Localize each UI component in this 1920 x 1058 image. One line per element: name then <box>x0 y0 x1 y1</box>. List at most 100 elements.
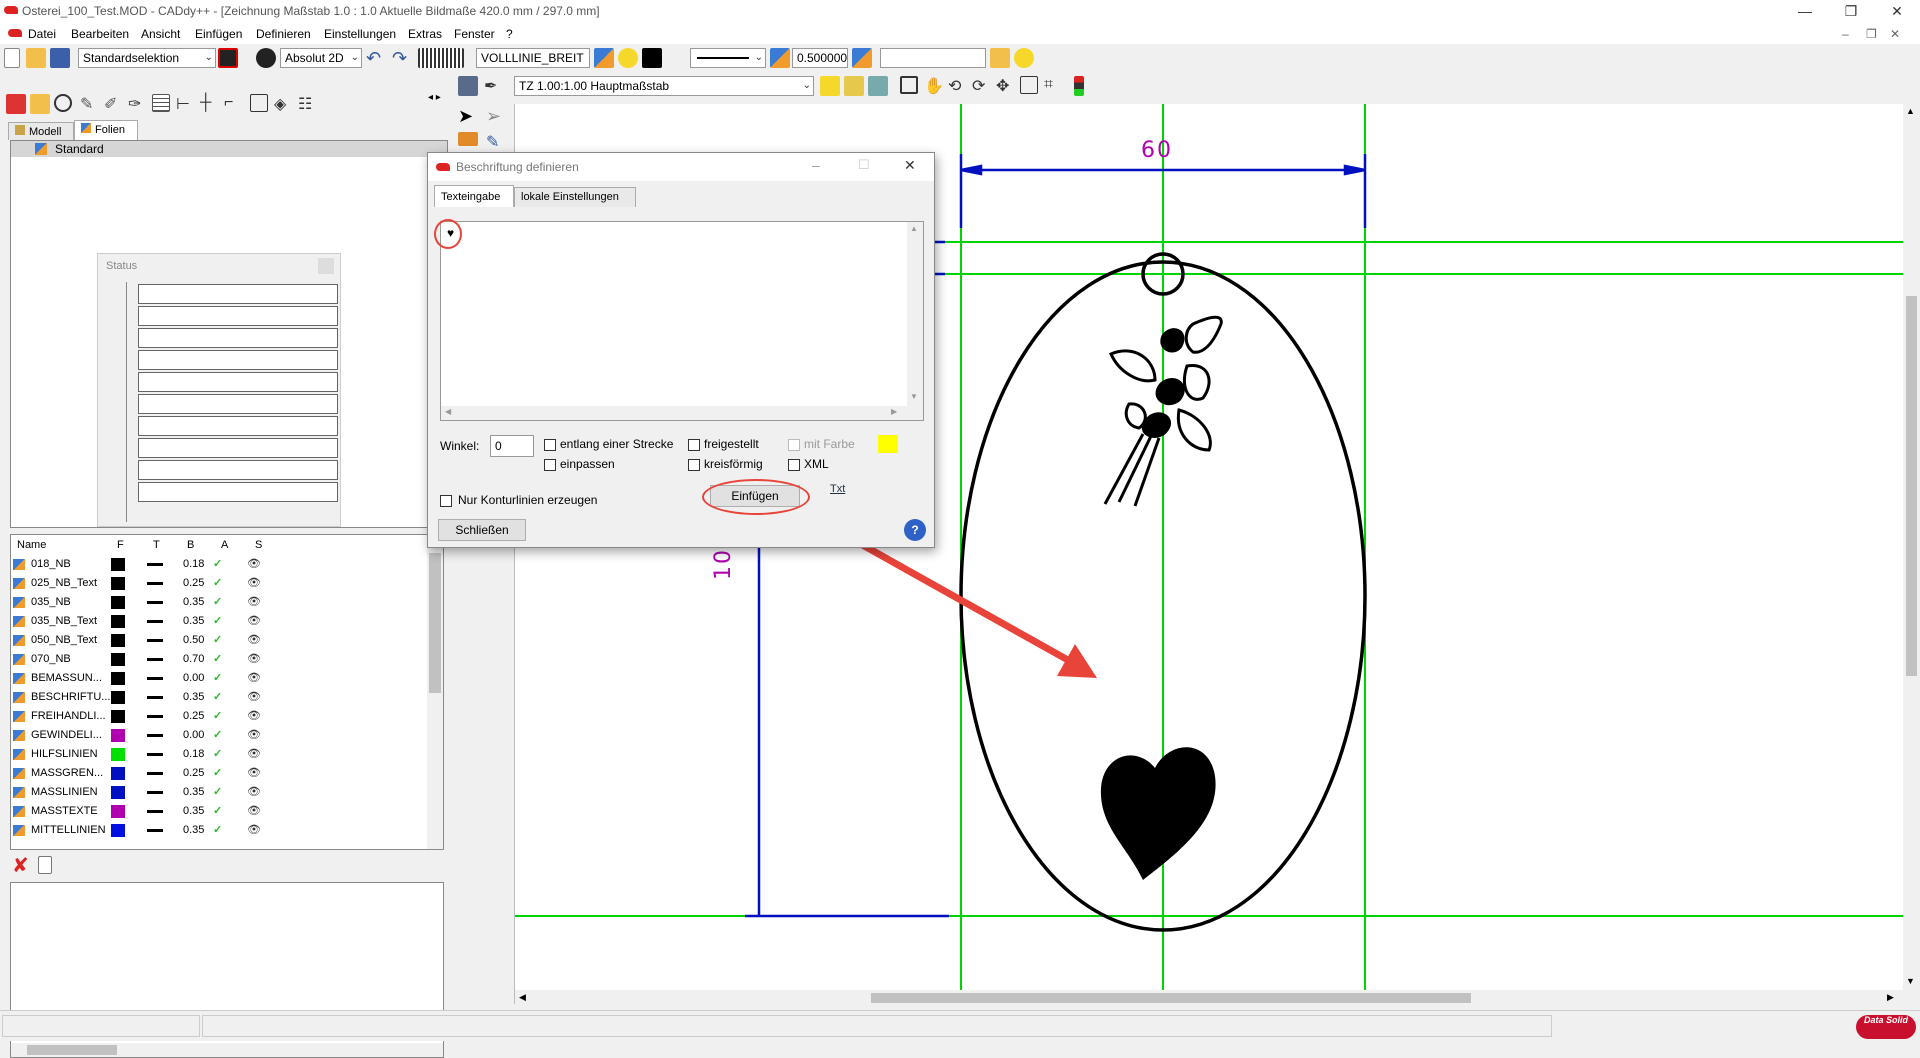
checkmark-icon[interactable]: ✓ <box>213 707 229 726</box>
layer-color-swatch[interactable] <box>111 615 125 628</box>
line-style-select[interactable]: ⌄ <box>690 48 766 68</box>
canvas-hscroll[interactable]: ◀ ▶ <box>515 990 1903 1006</box>
layer-row[interactable]: 035_NB_Text 0.35 ✓ 👁 <box>11 612 441 631</box>
scroll-up-icon[interactable]: ▲ <box>910 224 918 233</box>
properties-hscroll[interactable] <box>11 1043 443 1057</box>
scroll-right-icon[interactable]: ▶ <box>891 407 897 416</box>
menu-einstellungen[interactable]: Einstellungen <box>324 27 396 41</box>
layer-linetype[interactable] <box>147 563 163 566</box>
bulb-on-icon[interactable] <box>1014 48 1034 68</box>
layer-width[interactable]: 0.35 <box>183 612 213 631</box>
new-file-icon[interactable] <box>4 48 20 68</box>
layer-new-icon[interactable] <box>30 94 50 114</box>
layer-row[interactable]: 018_NB 0.18 ✓ 👁 <box>11 555 441 574</box>
width-layer-icon[interactable] <box>852 48 872 68</box>
with-color-checkbox[interactable] <box>788 439 800 451</box>
checkmark-icon[interactable]: ✓ <box>213 555 229 574</box>
pick-arrow-icon[interactable]: ➢ <box>486 106 506 126</box>
layer-linetype[interactable] <box>147 582 163 585</box>
cube-icon[interactable]: ◈ <box>274 94 294 114</box>
layer-color-swatch[interactable] <box>111 672 125 685</box>
layer-scrollbar[interactable] <box>427 535 443 849</box>
layer-row[interactable]: 070_NB 0.70 ✓ 👁 <box>11 650 441 669</box>
box3d-icon[interactable] <box>250 94 268 112</box>
layer-color-swatch[interactable] <box>111 558 125 571</box>
layer-color-swatch[interactable] <box>111 691 125 704</box>
layer-width[interactable]: 0.25 <box>183 707 213 726</box>
col-visible[interactable]: S <box>255 535 262 555</box>
lightbulb-icon[interactable] <box>618 48 638 68</box>
redraw-icon[interactable]: ⌗ <box>1044 76 1064 96</box>
panel-pin-icon[interactable]: ◂ ▸ <box>428 92 441 103</box>
folder-search-icon[interactable] <box>990 48 1010 68</box>
menu-fenster[interactable]: Fenster <box>454 27 495 41</box>
scroll-up-icon[interactable]: ▲ <box>1906 106 1915 116</box>
scroll-thumb[interactable] <box>27 1045 117 1055</box>
minimize-button[interactable]: — <box>1782 0 1828 24</box>
tools-icon[interactable] <box>868 76 888 96</box>
layer-color-swatch[interactable] <box>111 596 125 609</box>
close-dialog-button[interactable]: Schließen <box>438 519 526 541</box>
eye-icon[interactable]: 👁 <box>247 726 263 745</box>
scroll-down-icon[interactable]: ▼ <box>1906 976 1915 986</box>
layer-width[interactable]: 0.70 <box>183 650 213 669</box>
edit-icon[interactable]: ✐ <box>104 94 124 114</box>
checkmark-icon[interactable]: ✓ <box>213 593 229 612</box>
zoom-all-icon[interactable]: ✥ <box>996 76 1016 96</box>
coord-mode-select[interactable]: Absolut 2D ⌄ <box>280 48 362 68</box>
xml-checkbox[interactable] <box>788 459 800 471</box>
layer-row[interactable]: FREIHANDLI... 0.25 ✓ 👁 <box>11 707 441 726</box>
checkmark-icon[interactable]: ✓ <box>213 764 229 783</box>
tree-root-row[interactable]: Standard <box>11 141 447 157</box>
fit-checkbox[interactable] <box>544 459 556 471</box>
menu-bearbeiten[interactable]: Bearbeiten <box>71 27 129 41</box>
freestanding-checkbox[interactable] <box>688 439 700 451</box>
grid-icon[interactable] <box>418 48 464 68</box>
dialog-minimize-button[interactable]: – <box>812 157 820 173</box>
eye-icon[interactable]: 👁 <box>247 669 263 688</box>
menu-extras[interactable]: Extras <box>408 27 442 41</box>
brush-icon[interactable]: ✑ <box>128 94 148 114</box>
pencil-icon[interactable]: ✎ <box>80 94 100 114</box>
menu-datei[interactable]: Datei <box>28 27 56 41</box>
maximize-button[interactable]: ❐ <box>1828 0 1874 24</box>
along-path-checkbox[interactable] <box>544 439 556 451</box>
copy-layer-icon[interactable] <box>38 856 52 874</box>
pan-hand-icon[interactable]: ✋ <box>924 76 944 96</box>
color-swatch[interactable] <box>878 435 898 453</box>
scale-select[interactable]: TZ 1.00:1.00 Hauptmaßstab ⌄ <box>514 76 814 96</box>
text-area[interactable]: ♥ ▲ ▼ ◀ ▶ <box>440 221 924 421</box>
mdi-minimize-button[interactable]: – <box>1842 27 1849 41</box>
col-type[interactable]: T <box>153 535 160 555</box>
color-picker-icon[interactable] <box>218 48 238 68</box>
layer-width[interactable]: 0.00 <box>183 669 213 688</box>
checkmark-icon[interactable]: ✓ <box>213 821 229 840</box>
eye-icon[interactable]: 👁 <box>247 707 263 726</box>
layer-row[interactable]: MASSGREN... 0.25 ✓ 👁 <box>11 764 441 783</box>
canvas-vscroll-track[interactable]: ▲ ▼ <box>1903 104 1920 990</box>
layer-row[interactable]: GEWINDELI... 0.00 ✓ 👁 <box>11 726 441 745</box>
dimension-icon[interactable]: ⊢ <box>176 94 196 114</box>
layer-linetype[interactable] <box>147 639 163 642</box>
layer-row[interactable]: BESCHRIFTU... 0.35 ✓ 👁 <box>11 688 441 707</box>
line-type-select[interactable]: VOLLLINIE_BREIT <box>476 48 590 68</box>
layer-width[interactable]: 0.00 <box>183 726 213 745</box>
layer-width[interactable]: 0.35 <box>183 821 213 840</box>
measure-icon[interactable] <box>820 76 840 96</box>
selection-mode-select[interactable]: Standardselektion ⌄ <box>78 48 216 68</box>
dialog-maximize-button[interactable]: ☐ <box>858 157 870 173</box>
col-name[interactable]: Name <box>17 535 46 555</box>
select-arrow-icon[interactable]: ➤ <box>458 106 478 126</box>
layer-color-swatch[interactable] <box>111 767 125 780</box>
layer-row[interactable]: BEMASSUN... 0.00 ✓ 👁 <box>11 669 441 688</box>
layer-linetype[interactable] <box>147 696 163 699</box>
layer-width[interactable]: 0.50 <box>183 631 213 650</box>
delete-layer-icon[interactable]: ✘ <box>12 856 32 876</box>
layer-linetype[interactable] <box>147 715 163 718</box>
checkmark-icon[interactable]: ✓ <box>213 802 229 821</box>
checkmark-icon[interactable]: ✓ <box>213 574 229 593</box>
col-width[interactable]: B <box>187 535 194 555</box>
zoom-out-icon[interactable]: ⟳ <box>972 76 992 96</box>
status-close-button[interactable] <box>318 258 334 274</box>
layer-linetype[interactable] <box>147 658 163 661</box>
